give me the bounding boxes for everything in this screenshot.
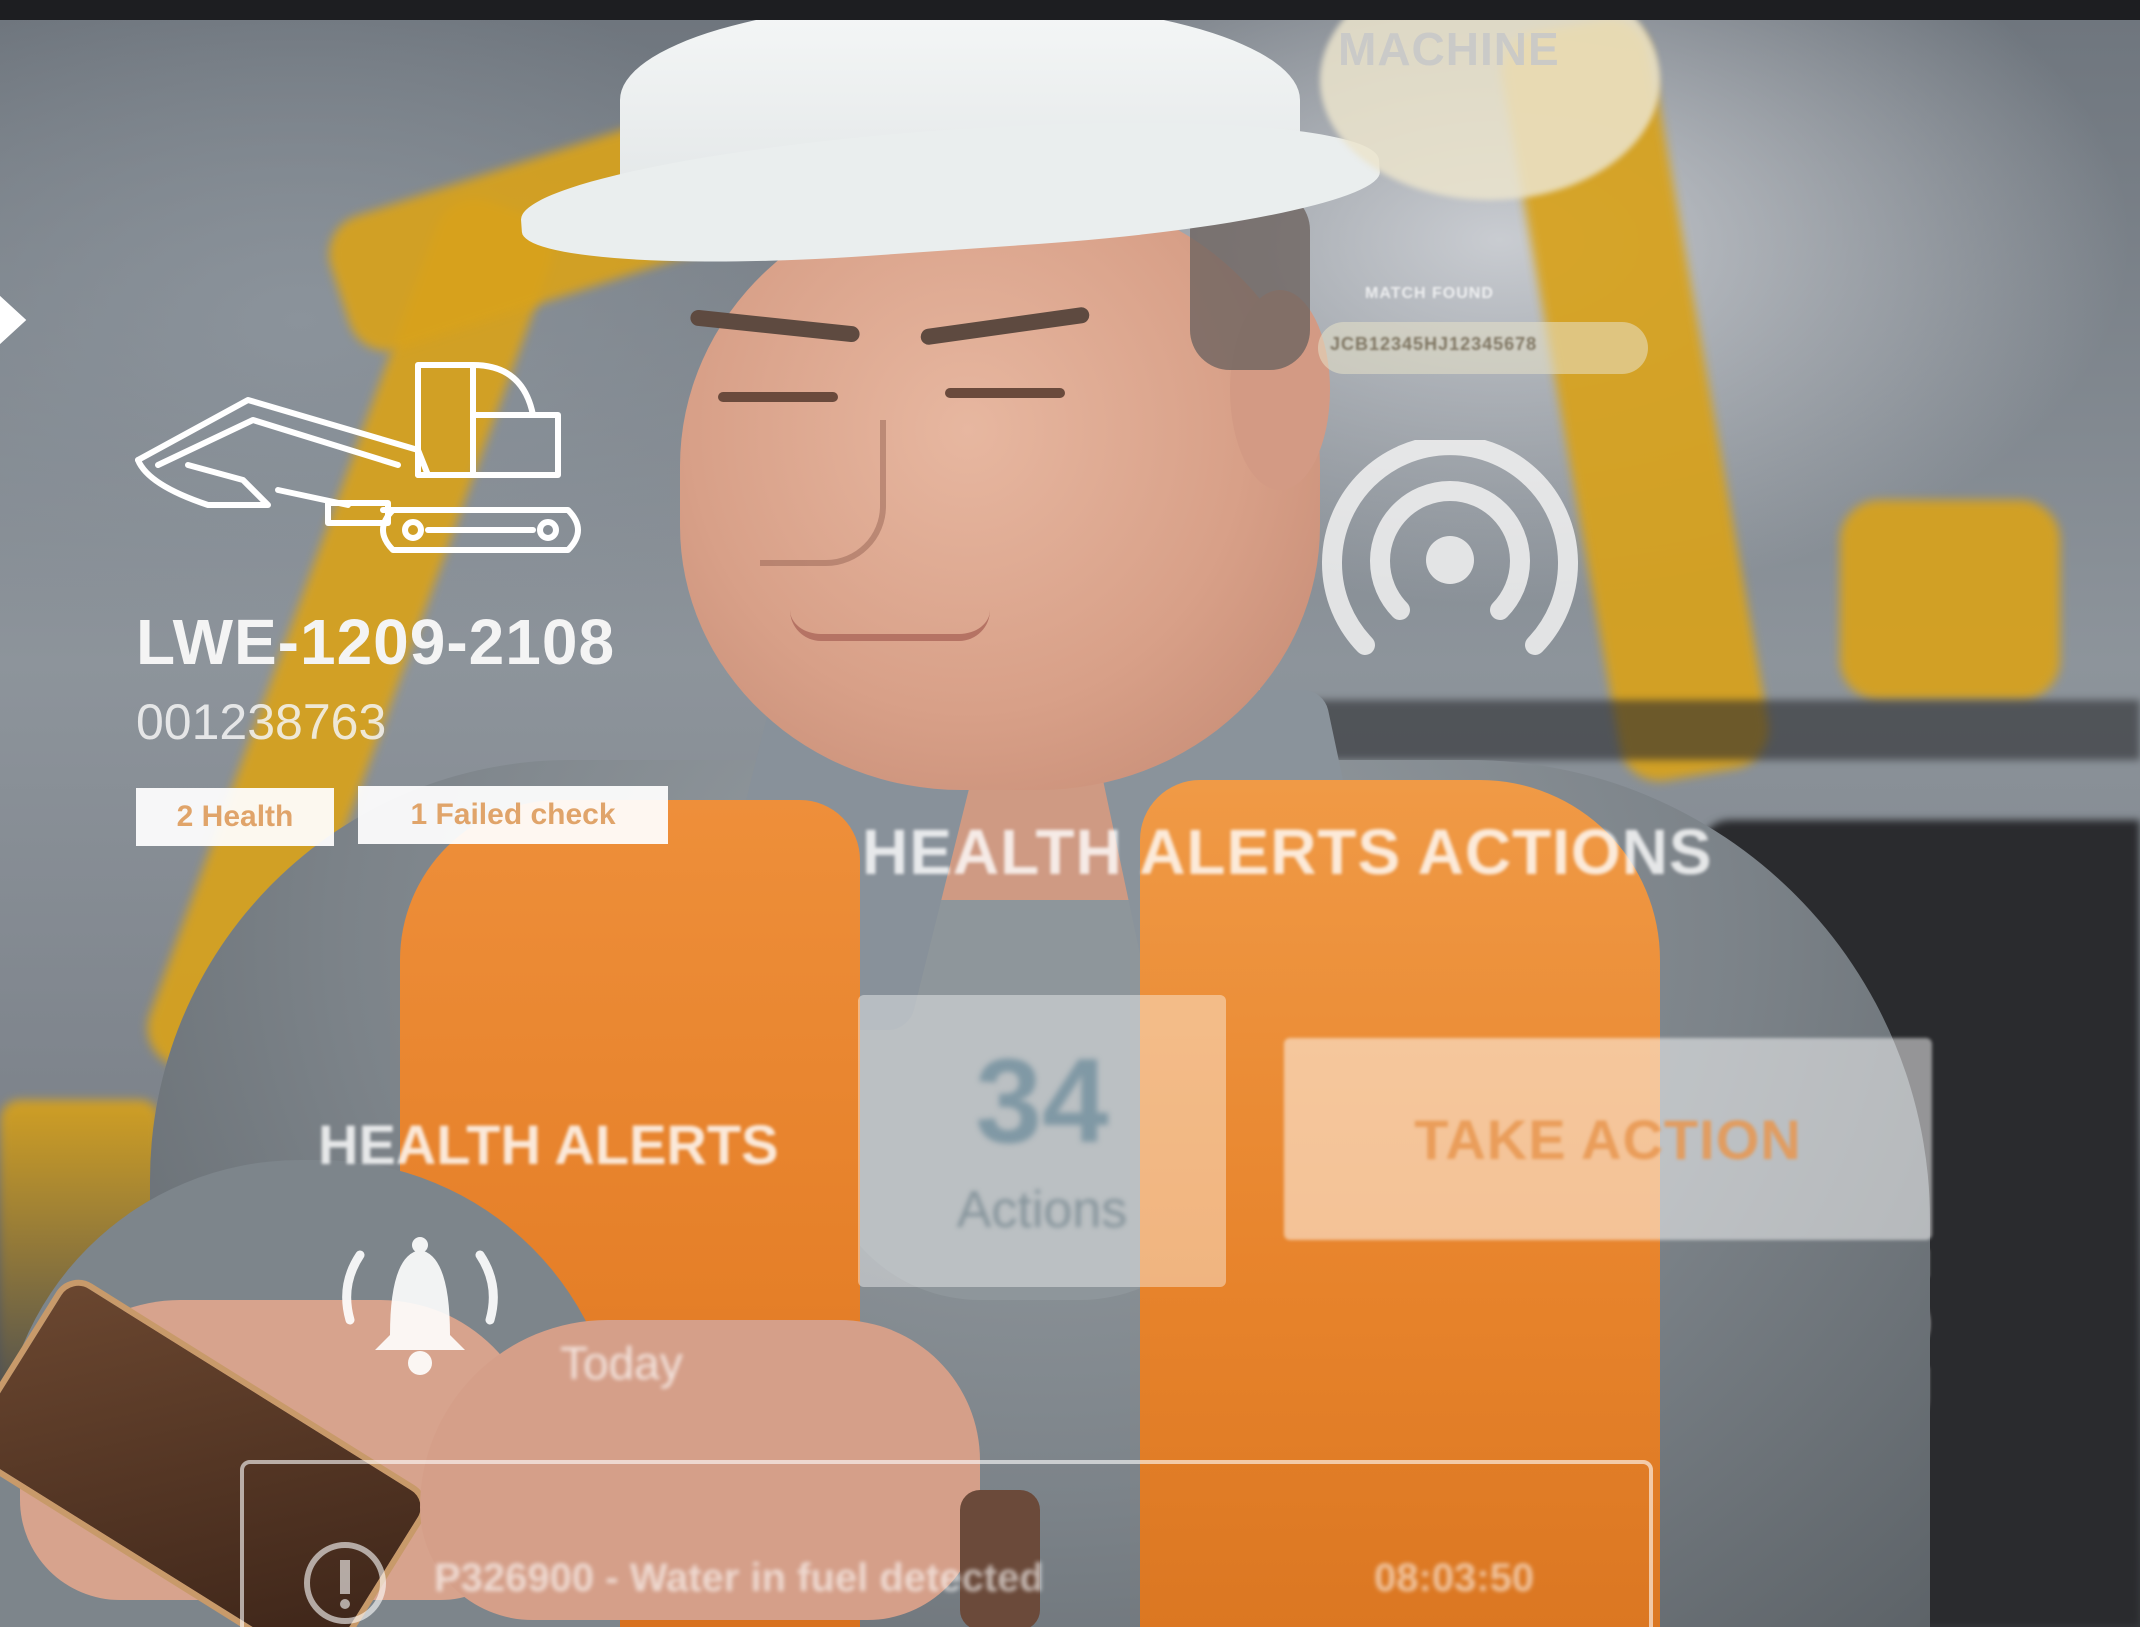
- machine-label: MACHINE: [1338, 23, 1560, 75]
- alerts-subtitle: Today: [560, 1337, 683, 1389]
- excavator-bucket-right: [1840, 500, 2060, 700]
- worker-eye-left: [718, 392, 838, 402]
- excavator-icon: [135, 362, 581, 553]
- actions-label: Actions: [956, 1181, 1128, 1239]
- alert-row[interactable]: [240, 1460, 1653, 1627]
- alert-time: 08:03:50: [1374, 1556, 1535, 1600]
- top-bar: [0, 0, 2140, 20]
- section-title: HEALTH ALERTS ACTIONS: [862, 816, 1713, 888]
- alert-code-text: P326900 - Water in fuel detected: [434, 1556, 1044, 1600]
- scene: JCB MACHINE MATCH FOUND JCB12345HJ123456…: [0, 0, 2140, 1627]
- health-tag[interactable]: 2 Health: [136, 788, 334, 846]
- signal-icon: [1322, 440, 1578, 655]
- chevron-icon: [0, 295, 27, 345]
- machine-serial: 001238763: [136, 694, 387, 750]
- failed-check-tag[interactable]: 1 Failed check: [358, 786, 668, 844]
- worker-nose: [760, 420, 886, 566]
- match-value: JCB12345HJ12345678: [1330, 334, 1538, 354]
- health-alerts-title: HEALTH ALERTS: [318, 1113, 779, 1176]
- crane-structure: [1300, 700, 2140, 760]
- actions-count: 34: [975, 1034, 1109, 1168]
- bell-icon: [342, 1237, 498, 1375]
- take-action-button[interactable]: TAKE ACTION: [1284, 1038, 1932, 1240]
- machine-id: LWE-1209-2108: [136, 606, 616, 678]
- alert-icon: [304, 1542, 386, 1624]
- worker-eye-right: [945, 388, 1065, 398]
- worker-mouth: [790, 610, 990, 641]
- match-found-label: MATCH FOUND: [1365, 285, 1494, 302]
